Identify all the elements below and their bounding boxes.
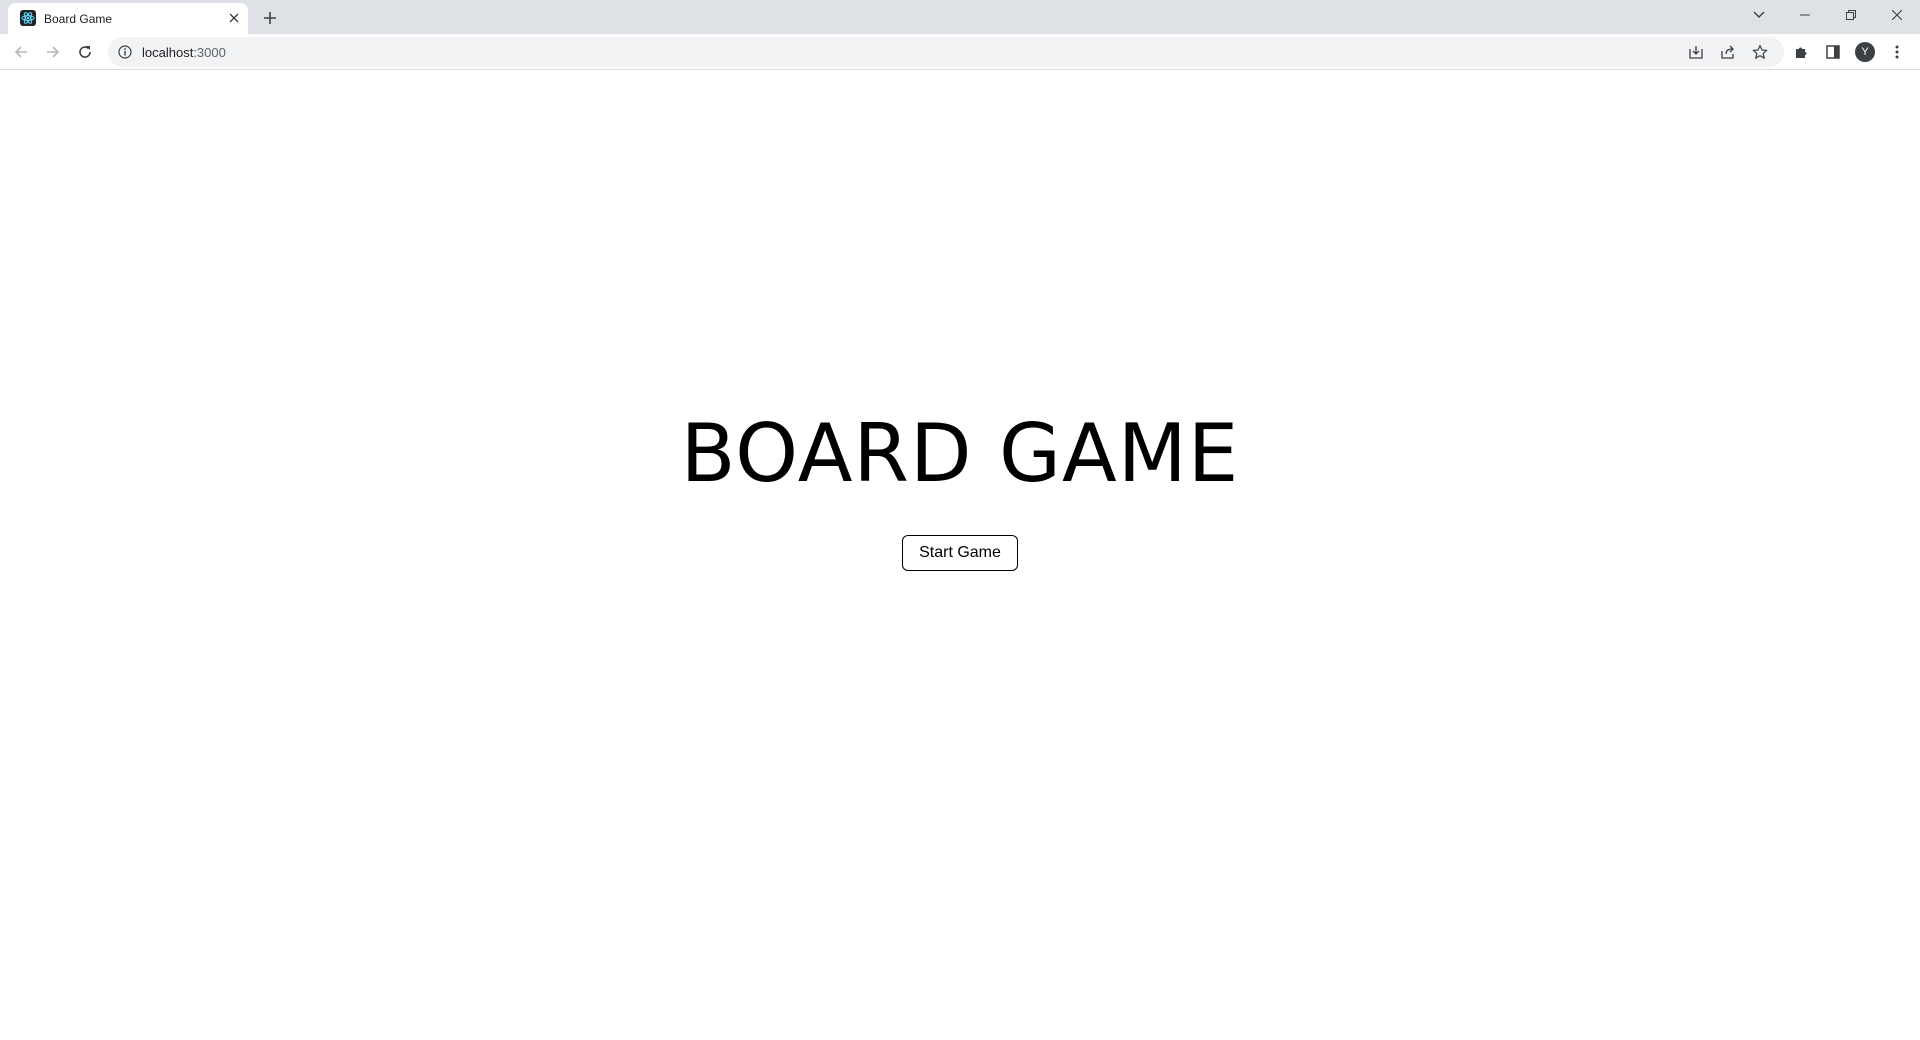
new-tab-plus-icon[interactable] bbox=[258, 6, 282, 30]
tab-board-game[interactable]: Board Game bbox=[8, 3, 248, 34]
browser-toolbar: localhost:3000 Y bbox=[0, 34, 1920, 70]
url-host: localhost bbox=[142, 45, 194, 60]
reload-icon[interactable] bbox=[71, 38, 99, 66]
extensions-puzzle-icon[interactable] bbox=[1789, 40, 1813, 64]
url-text[interactable]: localhost:3000 bbox=[142, 45, 226, 60]
url-port: :3000 bbox=[193, 45, 226, 60]
side-panel-icon[interactable] bbox=[1821, 40, 1845, 64]
site-info-icon[interactable] bbox=[118, 45, 132, 59]
avatar: Y bbox=[1855, 42, 1875, 62]
address-bar[interactable]: localhost:3000 bbox=[108, 37, 1784, 67]
close-window-icon[interactable] bbox=[1874, 0, 1920, 30]
page-title: BOARD GAME bbox=[680, 407, 1240, 500]
back-arrow-icon[interactable] bbox=[7, 38, 35, 66]
tab-strip: Board Game bbox=[0, 0, 1920, 34]
forward-arrow-icon[interactable] bbox=[39, 38, 67, 66]
react-logo-icon bbox=[20, 10, 36, 26]
minimize-icon[interactable] bbox=[1782, 0, 1828, 30]
kebab-menu-icon[interactable] bbox=[1885, 40, 1909, 64]
restore-icon[interactable] bbox=[1828, 0, 1874, 30]
tab-title: Board Game bbox=[44, 12, 113, 26]
bookmark-star-icon[interactable] bbox=[1750, 42, 1770, 62]
profile-avatar-button[interactable]: Y bbox=[1853, 40, 1877, 64]
share-icon[interactable] bbox=[1718, 42, 1738, 62]
tab-search-chevron-down-icon[interactable] bbox=[1736, 0, 1782, 30]
install-app-icon[interactable] bbox=[1686, 42, 1706, 62]
start-game-button[interactable]: Start Game bbox=[902, 535, 1018, 571]
tab-close-icon[interactable] bbox=[226, 10, 242, 26]
